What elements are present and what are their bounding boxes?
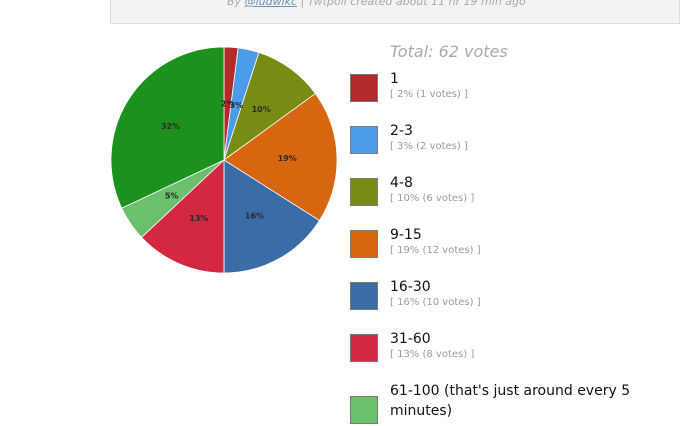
- total-votes-label: Total: 62 votes: [390, 42, 508, 61]
- slice-label: 5%: [165, 192, 179, 201]
- legend-swatch: [350, 396, 378, 424]
- legend-label: 31-60: [390, 331, 431, 347]
- legend-detail: [ 2% (1 votes) ]: [390, 89, 468, 100]
- slice-label: 3%: [230, 101, 244, 110]
- legend-label: 9-15: [390, 227, 422, 243]
- legend-detail: [ 3% (2 votes) ]: [390, 141, 468, 152]
- legend-label-line: minutes): [390, 403, 453, 419]
- legend-swatch: [350, 178, 378, 206]
- legend-swatch: [350, 282, 378, 310]
- legend-label-line: 61-100 (that's just around every 5: [390, 383, 631, 399]
- slice-label: 16%: [245, 211, 264, 220]
- legend-label: 4-8: [390, 175, 413, 191]
- legend-swatch: [350, 126, 378, 154]
- slice-label: 13%: [189, 214, 208, 223]
- legend-label: 61-100 (that's just around every 5 minute…: [390, 381, 630, 421]
- legend-swatch: [350, 334, 378, 362]
- slice-label: 32%: [161, 122, 180, 131]
- slice-label: 19%: [278, 154, 297, 163]
- legend-label: 16-30: [390, 279, 431, 295]
- legend-detail: [ 10% (6 votes) ]: [390, 193, 475, 204]
- legend-detail: [ 13% (8 votes) ]: [390, 349, 475, 360]
- legend-swatch: [350, 230, 378, 258]
- legend-detail: [ 16% (10 votes) ]: [390, 297, 481, 308]
- slice-label: 10%: [252, 105, 271, 114]
- legend-swatch: [350, 74, 378, 102]
- legend-label: 1: [390, 71, 399, 87]
- legend-label: 2-3: [390, 123, 413, 139]
- legend-detail: [ 19% (12 votes) ]: [390, 245, 481, 256]
- pie-chart: 2%3% 10%19%16%13%5%32%: [110, 46, 338, 274]
